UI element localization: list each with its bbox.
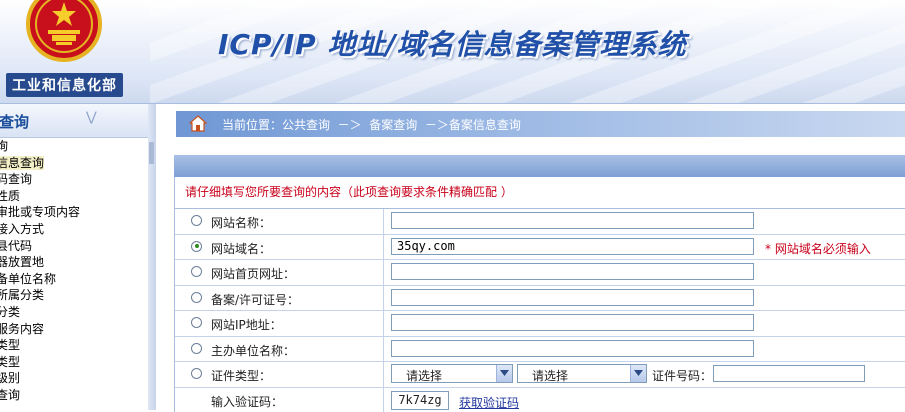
sidebar-item[interactable]: 分类 — [0, 304, 148, 321]
label-organizer: 主办单位名称： — [211, 342, 295, 359]
label-homepage: 网站首页网址： — [211, 265, 295, 282]
sidebar-item[interactable]: 查询 — [0, 387, 148, 404]
sidebar-menu: 询 信息查询 码查询 性质 审批或专项内容 接入方式 县代码 器放置地 备单位名… — [0, 138, 148, 404]
captcha-input[interactable]: 7k74zg — [391, 391, 449, 410]
sidebar-item[interactable]: 器放置地 — [0, 254, 148, 271]
sidebar-item[interactable]: 类型 — [0, 354, 148, 371]
query-form: 请仔细填写您所要查询的内容（此项查询要求条件精确匹配 ） 网站名称： 网站域名：… — [174, 177, 905, 412]
radio-organizer[interactable] — [191, 343, 202, 354]
system-title: ICP/IP 地址/域名信息备案管理系统 — [218, 23, 687, 63]
chevron-down-icon[interactable] — [496, 365, 512, 382]
collapse-chevron-icon[interactable]: ⋁ — [86, 110, 97, 125]
domain-required-note: * 网站域名必须输入 — [765, 240, 871, 257]
sidebar-item[interactable]: 性质 — [0, 188, 148, 205]
homepage-input[interactable] — [391, 263, 754, 280]
splitter-grip[interactable] — [149, 142, 154, 164]
form-notice: 请仔细填写您所要查询的内容（此项查询要求条件精确匹配 ） — [175, 177, 905, 209]
cert-subtype-select[interactable]: 请选择 — [517, 364, 647, 383]
home-icon[interactable] — [189, 115, 207, 133]
field-row-captcha: 输入验证码： 7k74zg 获取验证码 — [175, 388, 905, 412]
panel-splitter[interactable] — [148, 104, 156, 410]
national-emblem-icon — [26, 0, 102, 62]
label-site-name: 网站名称： — [211, 214, 271, 231]
sidebar-item[interactable]: 级别 — [0, 370, 148, 387]
cert-number-input[interactable] — [713, 365, 865, 382]
ministry-name: 工业和信息化部 — [6, 73, 123, 97]
field-row-license: 备案/许可证号： — [175, 286, 905, 312]
cert-subtype-select-value: 请选择 — [532, 367, 568, 384]
radio-domain[interactable] — [191, 241, 202, 252]
label-captcha: 输入验证码： — [211, 393, 283, 410]
sidebar-item[interactable]: 所属分类 — [0, 287, 148, 304]
chevron-down-icon[interactable] — [630, 365, 646, 382]
radio-cert[interactable] — [191, 368, 202, 379]
sidebar-item[interactable]: 县代码 — [0, 238, 148, 255]
organizer-input[interactable] — [391, 340, 754, 357]
cert-type-select[interactable]: 请选择 — [391, 364, 513, 383]
label-license: 备案/许可证号： — [211, 291, 299, 308]
field-row-cert: 证件类型： 请选择 请选择 证件号码： — [175, 362, 905, 388]
sidebar-title: 查询 — [0, 111, 29, 132]
get-captcha-link[interactable]: 获取验证码 — [459, 394, 519, 411]
license-input[interactable] — [391, 289, 754, 306]
radio-license[interactable] — [191, 292, 202, 303]
label-domain: 网站域名： — [211, 240, 271, 257]
radio-homepage[interactable] — [191, 266, 202, 277]
sidebar-header: 查询 ⋁ — [0, 104, 148, 138]
radio-site-name[interactable] — [191, 215, 202, 226]
field-row-site-name: 网站名称： — [175, 209, 905, 235]
site-name-input[interactable] — [391, 212, 754, 229]
label-ip: 网站IP地址： — [211, 316, 282, 333]
breadcrumb-text: 当前位置：公共查询 －＞ 备案查询 －＞备案信息查询 — [222, 116, 521, 133]
sidebar-item[interactable]: 服务内容 — [0, 321, 148, 338]
sidebar-item[interactable]: 备单位名称 — [0, 271, 148, 288]
field-row-homepage: 网站首页网址： — [175, 260, 905, 286]
form-title-bar — [174, 155, 905, 177]
sidebar-item[interactable]: 接入方式 — [0, 221, 148, 238]
cert-type-select-value: 请选择 — [406, 367, 442, 384]
ip-input[interactable] — [391, 314, 754, 331]
field-row-organizer: 主办单位名称： — [175, 337, 905, 363]
site-header: 工业和信息化部 ICP/IP 地址/域名信息备案管理系统 — [0, 0, 905, 104]
field-row-ip: 网站IP地址： — [175, 311, 905, 337]
breadcrumb: 当前位置：公共查询 －＞ 备案查询 －＞备案信息查询 — [176, 111, 905, 137]
radio-ip[interactable] — [191, 317, 202, 328]
label-cert-type: 证件类型： — [211, 367, 271, 384]
sidebar-item[interactable]: 类型 — [0, 337, 148, 354]
sidebar: 查询 ⋁ 询 信息查询 码查询 性质 审批或专项内容 接入方式 县代码 器放置地… — [0, 104, 149, 410]
label-cert-number: 证件号码： — [652, 367, 712, 384]
field-row-domain: 网站域名： 35qy.com * 网站域名必须输入 — [175, 235, 905, 261]
sidebar-item-active[interactable]: 信息查询 — [0, 155, 148, 172]
sidebar-item[interactable]: 码查询 — [0, 171, 148, 188]
domain-input[interactable]: 35qy.com — [391, 238, 754, 255]
sidebar-item[interactable]: 审批或专项内容 — [0, 204, 148, 221]
sidebar-item[interactable]: 询 — [0, 138, 148, 155]
